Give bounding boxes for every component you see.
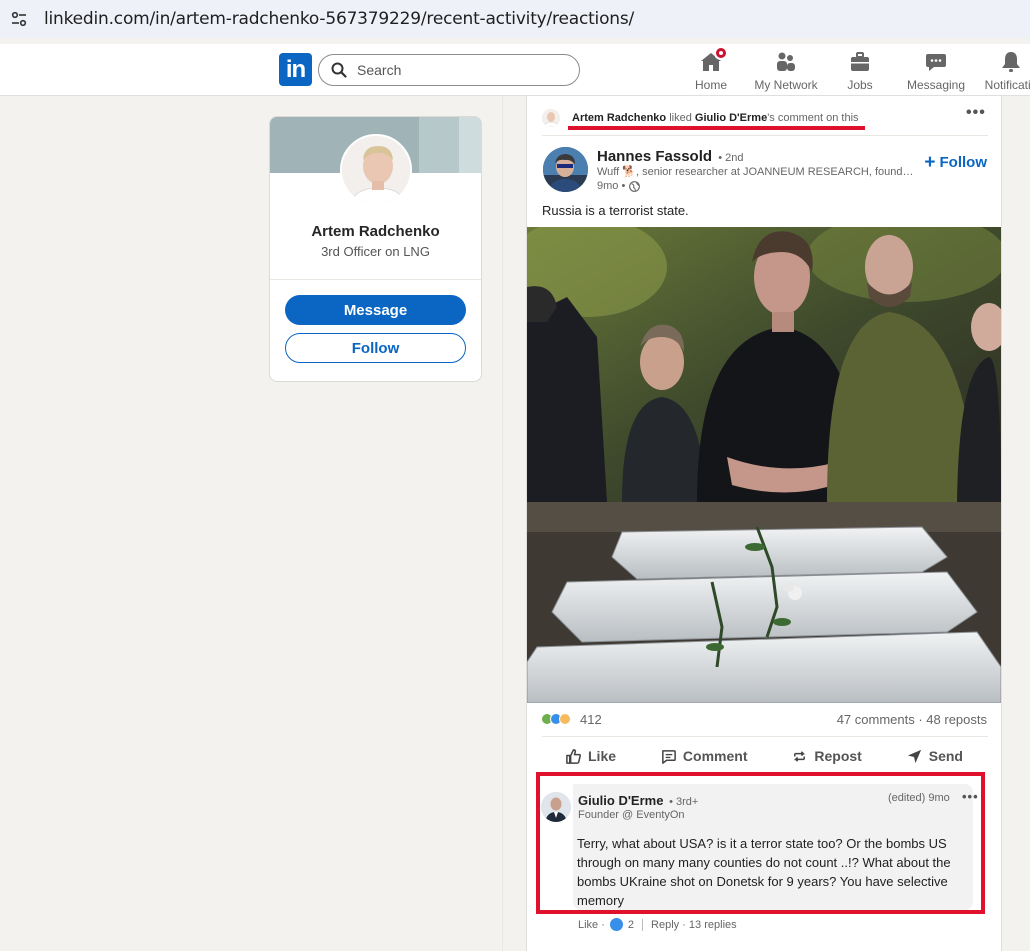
like-label: Like [588,748,617,764]
notification-badge [714,46,728,60]
site-settings-icon[interactable] [6,6,32,32]
follow-label: Follow [939,154,988,171]
author-headline: Wuff 🐕, senior researcher at JOANNEUM RE… [597,166,917,178]
linkedin-logo[interactable]: in [279,53,312,86]
comment-like-button[interactable]: Like · [578,919,605,931]
comment-label: Comment [682,748,748,764]
comment-icon [661,749,676,764]
profile-name[interactable]: Artem Radchenko [270,223,481,240]
nav-my-network[interactable]: My Network [746,50,826,92]
search-input[interactable] [357,62,557,78]
search-icon [331,62,347,78]
comments-reposts-count[interactable]: 47 comments · 48 reposts [837,712,987,727]
activity-suffix: 's comment on this [767,112,859,124]
top-nav: in Home My Network Jobs Messaging Notifi… [0,44,1030,96]
activity-target[interactable]: Giulio D'Erme [695,112,767,124]
nav-messaging[interactable]: Messaging [896,50,976,92]
nav-label: Jobs [847,78,873,92]
author-avatar[interactable] [543,147,588,192]
highlight-box [536,772,985,914]
nav-label: My Network [754,78,818,92]
nav-label: Home [694,78,727,92]
bell-icon [999,50,1023,74]
highlight-underline [568,126,865,130]
post-text: Russia is a terrorist state. [542,203,689,218]
follow-button[interactable]: Follow [285,333,466,363]
repost-icon [794,750,806,762]
message-button[interactable]: Message [285,295,466,325]
comment-like-count[interactable]: 2 [628,919,634,931]
network-icon [774,50,798,74]
comment-reply-button[interactable]: Reply · 13 replies [651,919,737,931]
author-name[interactable]: Hannes Fassold • 2nd [597,148,743,165]
search-box[interactable] [318,54,580,86]
social-counts: 412 47 comments · 48 reposts [541,710,987,728]
repost-label: Repost [814,748,862,764]
repost-button[interactable]: Repost [791,744,862,768]
nav-home[interactable]: Home [671,46,751,92]
divider [642,918,644,931]
send-label: Send [928,748,963,764]
more-options-icon[interactable]: ••• [966,104,986,122]
follow-author-button[interactable]: + Follow [924,152,987,174]
like-reaction-icon [609,918,623,931]
comment-button[interactable]: Comment [660,744,748,768]
plus-icon: + [924,152,936,173]
like-button[interactable]: Like [565,744,616,768]
briefcase-icon [848,50,872,74]
divider [542,736,988,737]
home-icon [699,46,728,74]
post-timestamp: 9mo • [597,180,641,192]
nav-label: Notificatio [984,78,1030,92]
nav-jobs[interactable]: Jobs [820,50,900,92]
reaction-icons[interactable] [541,713,571,725]
nav-notifications[interactable]: Notificatio [971,50,1030,92]
divider [270,279,481,280]
avatar[interactable] [340,134,412,206]
profile-headline: 3rd Officer on LNG [321,244,430,259]
address-bar[interactable]: linkedin.com/in/artem-radchenko-56737922… [44,9,634,29]
insightful-reaction-icon [559,713,571,725]
connection-degree: • 2nd [718,152,744,164]
author-name-text: Hannes Fassold [597,148,713,165]
reactions-count[interactable]: 412 [580,712,602,727]
nav-label: Messaging [906,78,966,92]
send-icon [907,749,921,763]
column-divider [502,96,503,951]
comment-actions: Like · 2 Reply · 13 replies [578,918,737,931]
message-icon [924,50,948,74]
send-button[interactable]: Send [906,744,963,768]
post-image[interactable] [527,227,1001,703]
activity-actor[interactable]: Artem Radchenko [572,112,666,124]
profile-card: Artem Radchenko 3rd Officer on LNG Messa… [269,116,482,382]
browser-url-bar: linkedin.com/in/artem-radchenko-56737922… [0,0,1030,38]
globe-icon [629,180,641,192]
post-time-text: 9mo • [597,180,626,192]
thumbs-up-icon [566,748,581,764]
post-actions: Like Comment Repost Send [541,744,987,768]
actor-avatar[interactable] [542,109,560,127]
activity-verb: liked [666,112,695,124]
divider [542,135,988,136]
